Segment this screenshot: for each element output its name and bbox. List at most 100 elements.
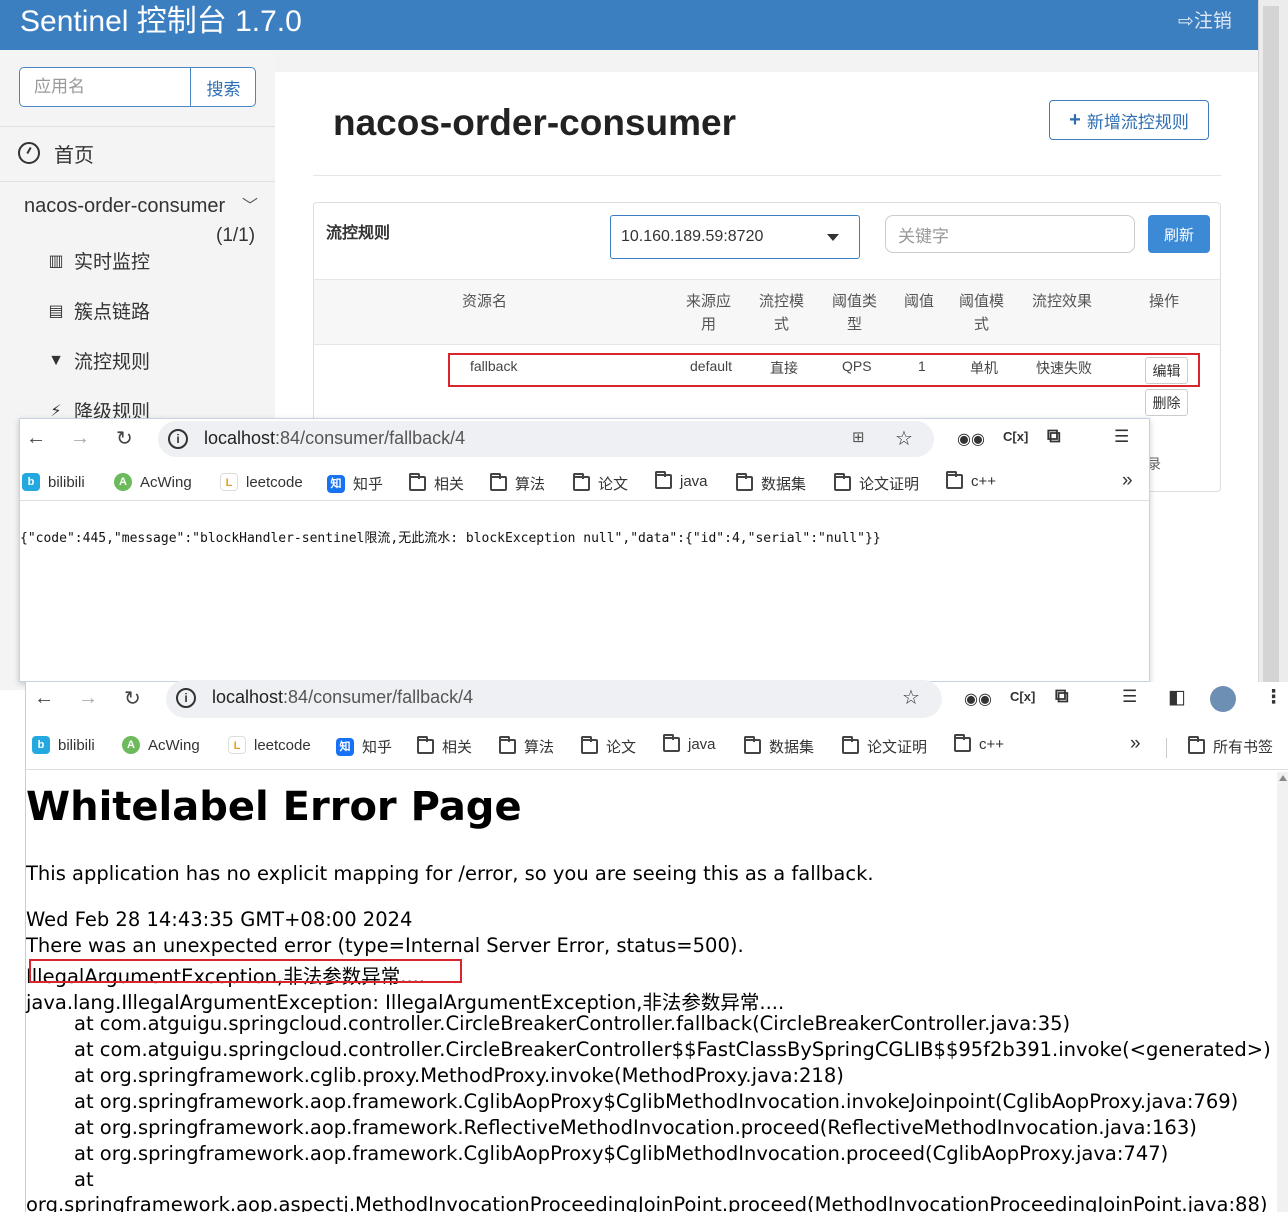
bookmark-folder[interactable]: 论文 xyxy=(581,736,636,757)
bookmark-zhihu[interactable]: 知知乎 xyxy=(336,736,392,757)
logout-icon: ⇨ xyxy=(1178,11,1194,32)
puzzle-icon[interactable]: ⧉ xyxy=(1047,426,1061,448)
cx-extension-icon[interactable]: C[x] xyxy=(1003,429,1028,444)
bookmark-folder[interactable]: 相关 xyxy=(417,736,472,757)
stack-frame: at org.springframework.aop.framework.Cgl… xyxy=(74,1090,1239,1113)
back-icon[interactable]: ← xyxy=(34,687,54,710)
bookmarks-bar: b bilibili A AcWing Lleetcode 知知乎 相关 算法 论文… xyxy=(26,728,1288,770)
stack-frame: at com.atguigu.springcloud.controller.Ci… xyxy=(74,1038,1271,1061)
url-text[interactable]: localhost:84/consumer/fallback/4 xyxy=(212,687,473,708)
translate-icon[interactable]: ⊞ xyxy=(852,428,865,446)
url-path: :84/consumer/fallback/4 xyxy=(283,687,474,707)
top-navbar: Sentinel 控制台 1.7.0 ⇨注销 xyxy=(0,0,1258,50)
bookmark-label: bilibili xyxy=(48,473,85,491)
scrollbar-thumb[interactable] xyxy=(1263,6,1279,686)
exception-line: java.lang.IllegalArgumentException: Ille… xyxy=(26,991,785,1014)
bookmark-folder[interactable]: 论文 xyxy=(573,473,628,494)
media-icon[interactable]: ☰ xyxy=(1114,427,1129,447)
leetcode-icon: L xyxy=(228,736,246,754)
info-icon[interactable]: i xyxy=(168,429,188,449)
cx-extension-icon[interactable]: C[x] xyxy=(1010,689,1035,704)
bookmark-label: c++ xyxy=(971,473,997,490)
menu-icon[interactable]: ⋮ xyxy=(1264,686,1283,709)
bookmark-folder[interactable]: c++ xyxy=(954,734,1004,753)
sidepanel-icon[interactable]: ◧ xyxy=(1168,686,1186,709)
col-line: 阈值模 xyxy=(959,293,1005,310)
bookmarks-overflow[interactable]: » xyxy=(1130,733,1141,755)
sidebar-item-cluster-link[interactable]: ▤ 簇点链路 xyxy=(46,297,150,324)
sidebar-item-realtime[interactable]: ▥ 实时监控 xyxy=(46,247,150,274)
bookmark-leetcode[interactable]: Lleetcode xyxy=(228,736,311,754)
media-icon[interactable]: ☰ xyxy=(1122,687,1137,707)
forward-icon[interactable]: → xyxy=(70,427,90,450)
extension-icon[interactable]: ◉◉ xyxy=(957,429,985,449)
puzzle-icon[interactable]: ⧉ xyxy=(1055,686,1069,708)
col-line: 用 xyxy=(701,316,717,333)
bookmark-leetcode[interactable]: Lleetcode xyxy=(220,473,303,491)
sidebar-divider xyxy=(0,126,275,127)
sidebar-item-flow-rules[interactable]: ▼ 流控规则 xyxy=(46,347,150,374)
folder-icon xyxy=(1188,736,1205,754)
page-scrollbar[interactable] xyxy=(1277,772,1288,1212)
machine-select[interactable]: 10.160.189.59:8720 xyxy=(610,215,860,259)
edit-button[interactable]: 编辑 xyxy=(1145,357,1188,384)
keyword-input[interactable]: 关键字 xyxy=(885,215,1135,253)
address-bar[interactable]: i localhost:84/consumer/fallback/4 ☆ xyxy=(166,680,942,718)
app-search-input[interactable] xyxy=(20,68,190,106)
folder-icon xyxy=(954,734,971,752)
bookmark-zhihu[interactable]: 知知乎 xyxy=(327,473,383,494)
back-icon[interactable]: ← xyxy=(26,427,46,450)
bookmark-folder[interactable]: 相关 xyxy=(409,473,464,494)
bookmark-folder[interactable]: 算法 xyxy=(490,473,545,494)
address-bar[interactable]: i localhost:84/consumer/fallback/4 ⊞ ☆ xyxy=(158,421,934,457)
bilibili-icon: b xyxy=(32,736,50,754)
bookmark-folder[interactable]: 算法 xyxy=(499,736,554,757)
bookmark-folder[interactable]: 论文证明 xyxy=(842,736,927,757)
bookmark-folder[interactable]: 数据集 xyxy=(736,473,806,494)
avatar[interactable] xyxy=(1210,686,1236,712)
refresh-button[interactable]: 刷新 xyxy=(1148,215,1210,253)
bookmark-folder[interactable]: 数据集 xyxy=(744,736,814,757)
bookmark-folder[interactable]: c++ xyxy=(946,471,997,490)
info-icon[interactable]: i xyxy=(176,688,196,708)
folder-icon xyxy=(663,734,680,752)
bookmark-all[interactable]: 所有书签 xyxy=(1188,736,1273,757)
scroll-up-icon[interactable] xyxy=(1279,775,1287,781)
machine-select-value: 10.160.189.59:8720 xyxy=(621,228,764,245)
acwing-icon: A xyxy=(122,736,140,754)
forward-icon[interactable]: → xyxy=(78,687,98,710)
sidebar-app-name[interactable]: nacos-order-consumer xyxy=(24,195,225,218)
col-line: 流控模 xyxy=(759,293,805,310)
folder-icon xyxy=(499,736,516,754)
star-icon[interactable]: ☆ xyxy=(902,685,920,710)
url-text[interactable]: localhost:84/consumer/fallback/4 xyxy=(204,428,465,449)
delete-button[interactable]: 删除 xyxy=(1145,389,1188,416)
search-button[interactable]: 搜索 xyxy=(190,68,256,106)
star-icon[interactable]: ☆ xyxy=(895,426,913,451)
logout-link[interactable]: ⇨注销 xyxy=(1178,6,1232,33)
bookmark-bilibili[interactable]: b bilibili xyxy=(22,473,85,491)
bookmark-acwing[interactable]: A AcWing xyxy=(114,473,192,491)
col-line: 式 xyxy=(774,316,790,333)
reload-icon[interactable]: ↻ xyxy=(116,426,133,451)
add-flow-rule-button[interactable]: + 新增流控规则 xyxy=(1049,100,1209,140)
sidebar-item-home[interactable]: 首页 xyxy=(18,138,258,168)
bookmark-folder[interactable]: java xyxy=(655,471,708,490)
bookmark-folder[interactable]: 论文证明 xyxy=(834,473,919,494)
chevron-down-icon[interactable]: ﹀ xyxy=(242,192,258,216)
col-actions: 操作 xyxy=(1149,293,1180,310)
bookmarks-overflow[interactable]: » xyxy=(1122,470,1133,492)
bookmark-label: java xyxy=(688,736,716,753)
bookmark-folder[interactable]: java xyxy=(663,734,716,753)
bookmark-label: 知乎 xyxy=(362,739,393,756)
bookmark-bilibili[interactable]: b bilibili xyxy=(32,736,95,754)
list-icon: ▤ xyxy=(48,302,64,320)
col-resource: 资源名 xyxy=(462,293,508,310)
col-effect: 流控效果 xyxy=(1032,293,1093,310)
extension-icon[interactable]: ◉◉ xyxy=(964,689,992,709)
bookmark-acwing[interactable]: A AcWing xyxy=(122,736,200,754)
window-scrollbar[interactable] xyxy=(1258,0,1288,690)
cell-resource: fallback xyxy=(470,358,518,374)
reload-icon[interactable]: ↻ xyxy=(124,686,141,711)
stack-frame: at com.atguigu.springcloud.controller.Ci… xyxy=(74,1012,1071,1035)
